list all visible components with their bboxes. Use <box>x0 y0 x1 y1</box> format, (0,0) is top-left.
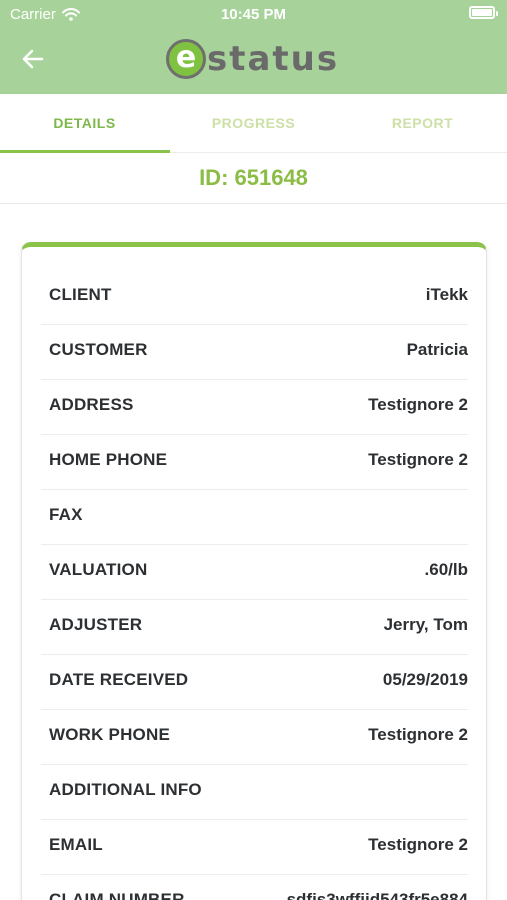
detail-value: 05/29/2019 <box>382 670 468 689</box>
logo-badge: e <box>166 39 206 79</box>
detail-value: iTekk <box>425 285 468 304</box>
detail-value: Testignore 2 <box>368 725 468 744</box>
detail-label: ADDITIONAL INFO <box>49 780 202 799</box>
tab-bar: DETAILS PROGRESS REPORT <box>0 94 507 153</box>
tab-report[interactable]: REPORT <box>338 94 507 152</box>
detail-row-adjuster: ADJUSTER Jerry, Tom <box>41 600 468 655</box>
detail-row-email: EMAIL Testignore 2 <box>41 820 468 875</box>
details-card: CLIENT iTekk CUSTOMER Patricia ADDRESS T… <box>21 242 487 900</box>
tab-details[interactable]: DETAILS <box>0 94 170 153</box>
detail-value: .60/lb <box>424 560 468 579</box>
detail-value: Testignore 2 <box>368 395 468 414</box>
detail-label: DATE RECEIVED <box>49 670 189 689</box>
detail-label: ADJUSTER <box>49 615 143 634</box>
tab-progress[interactable]: PROGRESS <box>169 94 338 152</box>
detail-label: ADDRESS <box>49 395 134 414</box>
detail-label: CLIENT <box>49 285 112 304</box>
detail-label: HOME PHONE <box>49 450 168 469</box>
detail-label: CLAIM NUMBER <box>49 890 185 900</box>
detail-value: Testignore 2 <box>368 450 468 469</box>
detail-label: VALUATION <box>49 560 148 579</box>
status-time: 10:45 PM <box>220 6 287 23</box>
detail-label: WORK PHONE <box>49 725 170 744</box>
arrow-left-icon[interactable] <box>20 46 46 72</box>
detail-row-work-phone: WORK PHONE Testignore 2 <box>41 710 468 765</box>
detail-row-fax: FAX <box>41 490 468 545</box>
detail-row-address: ADDRESS Testignore 2 <box>41 380 468 435</box>
detail-row-valuation: VALUATION .60/lb <box>41 545 468 600</box>
detail-value: Testignore 2 <box>368 835 468 854</box>
status-bar: Carrier 10:45 PM <box>0 0 507 28</box>
battery-icon <box>469 6 498 19</box>
detail-label: EMAIL <box>49 835 103 854</box>
detail-value: sdfjs3wffjjd543fr5e884 <box>286 890 468 900</box>
detail-label: CUSTOMER <box>49 340 148 359</box>
detail-row-home-phone: HOME PHONE Testignore 2 <box>41 435 468 490</box>
detail-value: Jerry, Tom <box>383 615 468 634</box>
detail-row-additional-info: ADDITIONAL INFO <box>41 765 468 820</box>
detail-row-claim-number: CLAIM NUMBER sdfjs3wffjjd543fr5e884 <box>41 875 468 900</box>
app-header: Carrier 10:45 PM e status <box>0 0 507 94</box>
detail-value: Patricia <box>406 340 468 359</box>
estatus-logo: e status <box>166 38 339 80</box>
detail-row-date-received: DATE RECEIVED 05/29/2019 <box>41 655 468 710</box>
logo-letter: e <box>175 40 197 75</box>
detail-label: FAX <box>49 505 83 524</box>
logo-wordmark: status <box>207 39 340 79</box>
detail-row-customer: CUSTOMER Patricia <box>41 325 468 380</box>
record-id: ID: 651648 <box>0 153 507 204</box>
detail-row-client: CLIENT iTekk <box>41 270 468 325</box>
